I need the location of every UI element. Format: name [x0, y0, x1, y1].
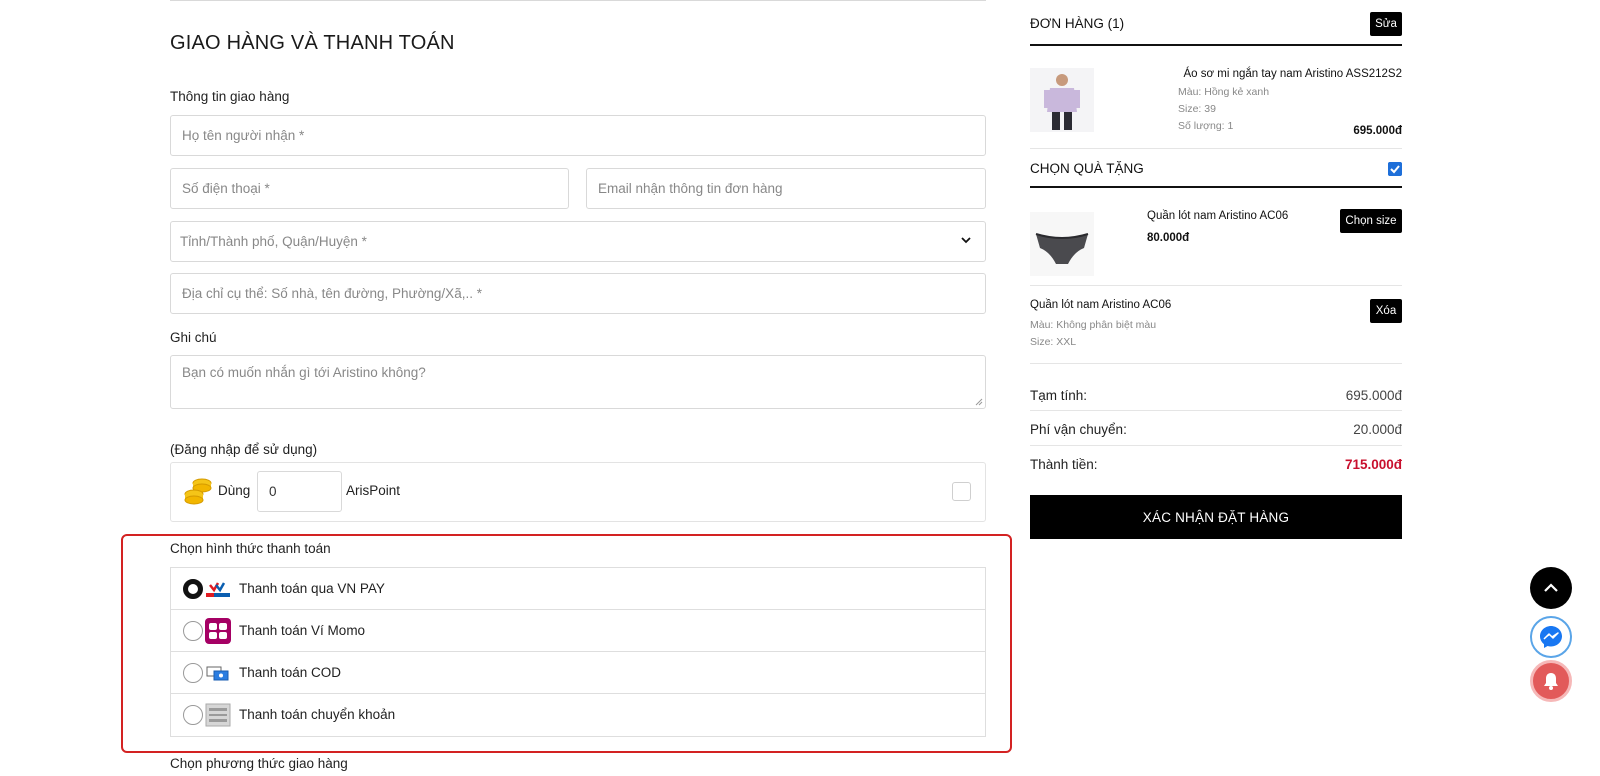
note-placeholder: Bạn có muốn nhắn gì tới Aristino không? — [182, 365, 426, 380]
product-price: 695.000đ — [1353, 125, 1402, 137]
top-divider — [170, 0, 986, 1]
gift-selected-name: Quần lót nam Aristino AC06 — [1030, 299, 1172, 311]
gift-selected-color: Màu: Không phân biệt màu — [1030, 319, 1157, 331]
remove-gift-button[interactable]: Xóa — [1370, 299, 1402, 323]
product-size: Size: 39 — [1178, 103, 1216, 115]
total-value: 715.000đ — [1344, 457, 1402, 472]
order-divider — [1030, 44, 1402, 46]
payment-option-vnpay[interactable]: Thanh toán qua VN PAY — [171, 568, 985, 610]
chevron-down-icon — [961, 237, 971, 244]
address-input[interactable]: Địa chỉ cụ thể: Số nhà, tên đường, Phườn… — [170, 273, 986, 314]
payment-label-momo: Thanh toán Ví Momo — [239, 623, 366, 638]
scroll-top-button[interactable] — [1530, 567, 1572, 609]
note-textarea[interactable]: Bạn có muốn nhắn gì tới Aristino không? — [170, 355, 986, 409]
points-use-label: Dùng — [218, 483, 251, 498]
notification-bell-button[interactable] — [1530, 660, 1572, 702]
shipping-fee-value: 20.000đ — [1353, 422, 1402, 437]
shipping-fee-label: Phí vận chuyển: — [1030, 422, 1127, 437]
internet-banking-icon — [205, 703, 231, 727]
divider — [1030, 445, 1402, 446]
gift-title: CHỌN QUÀ TẶNG — [1030, 161, 1144, 176]
page-title: GIAO HÀNG VÀ THANH TOÁN — [170, 32, 455, 54]
address-placeholder: Địa chỉ cụ thể: Số nhà, tên đường, Phườn… — [182, 286, 482, 301]
points-input[interactable]: 0 — [257, 471, 342, 512]
coins-icon — [184, 478, 212, 505]
radio-selected[interactable] — [183, 579, 203, 599]
points-value: 0 — [269, 484, 277, 499]
momo-icon — [205, 618, 231, 644]
messenger-button[interactable] — [1530, 616, 1572, 658]
payment-label-cod: Thanh toán COD — [239, 665, 342, 680]
payment-method-label: Chọn hình thức thanh toán — [170, 541, 331, 556]
shipping-info-label: Thông tin giao hàng — [170, 89, 290, 104]
email-input[interactable]: Email nhận thông tin đơn hàng — [586, 168, 986, 209]
subtotal-value: 695.000đ — [1345, 388, 1402, 403]
confirm-order-button[interactable]: XÁC NHẬN ĐẶT HÀNG — [1030, 495, 1402, 539]
region-placeholder: Tỉnh/Thành phố, Quận/Huyện * — [180, 234, 367, 249]
radio-unselected[interactable] — [183, 663, 203, 683]
resize-handle-icon[interactable] — [975, 398, 983, 406]
cod-icon — [206, 666, 229, 681]
payment-method-list: Thanh toán qua VN PAY Thanh toán Ví Momo… — [170, 567, 986, 737]
phone-input[interactable]: Số điện thoại * — [170, 168, 569, 209]
gift-selected-size: Size: XXL — [1030, 336, 1077, 348]
payment-option-momo[interactable]: Thanh toán Ví Momo — [171, 610, 985, 652]
radio-unselected[interactable] — [183, 621, 203, 641]
divider — [1030, 148, 1402, 149]
product-name[interactable]: Áo sơ mi ngắn tay nam Aristino ASS212S2 — [1184, 68, 1403, 80]
gift-offer-price: 80.000đ — [1147, 232, 1190, 244]
radio-unselected[interactable] — [183, 705, 203, 725]
gift-offer-name[interactable]: Quần lót nam Aristino AC06 — [1147, 210, 1288, 222]
recipient-name-input[interactable]: Họ tên người nhận * — [170, 115, 986, 156]
product-color: Màu: Hồng kẻ xanh — [1178, 86, 1270, 98]
product-quantity: Số lượng: 1 — [1178, 120, 1234, 132]
subtotal-label: Tạm tính: — [1030, 388, 1088, 403]
payment-label-vnpay: Thanh toán qua VN PAY — [239, 581, 385, 596]
chevron-up-icon — [1544, 583, 1558, 592]
region-select[interactable]: Tỉnh/Thành phố, Quận/Huyện * — [170, 221, 986, 262]
divider — [1030, 363, 1402, 364]
vnpay-icon — [206, 582, 230, 597]
divider — [1030, 285, 1402, 286]
gift-image — [1030, 212, 1094, 276]
divider — [1030, 410, 1402, 411]
payment-option-cod[interactable]: Thanh toán COD — [171, 652, 985, 694]
arispoint-box: Dùng 0 ArisPoint — [170, 462, 986, 522]
delivery-method-label: Chọn phương thức giao hàng — [170, 756, 348, 771]
login-hint[interactable]: (Đăng nhập để sử dụng) — [170, 442, 317, 457]
bell-icon — [1544, 673, 1558, 690]
gift-checkbox[interactable] — [1388, 162, 1402, 176]
total-label: Thành tiền: — [1030, 457, 1098, 472]
payment-option-bank-transfer[interactable]: Thanh toán chuyển khoản — [171, 694, 985, 736]
recipient-name-placeholder: Họ tên người nhận * — [182, 128, 305, 143]
edit-order-button[interactable]: Sửa — [1370, 12, 1402, 36]
gift-divider — [1030, 186, 1402, 188]
payment-label-bank-transfer: Thanh toán chuyển khoản — [239, 707, 396, 722]
email-placeholder: Email nhận thông tin đơn hàng — [598, 181, 783, 196]
messenger-icon — [1540, 626, 1562, 648]
note-label: Ghi chú — [170, 330, 217, 345]
order-title: ĐƠN HÀNG (1) — [1030, 16, 1125, 31]
phone-placeholder: Số điện thoại * — [182, 181, 270, 196]
product-image — [1030, 68, 1094, 132]
choose-size-button[interactable]: Chọn size — [1340, 209, 1402, 233]
points-checkbox[interactable] — [952, 482, 971, 501]
points-unit: ArisPoint — [346, 483, 401, 498]
